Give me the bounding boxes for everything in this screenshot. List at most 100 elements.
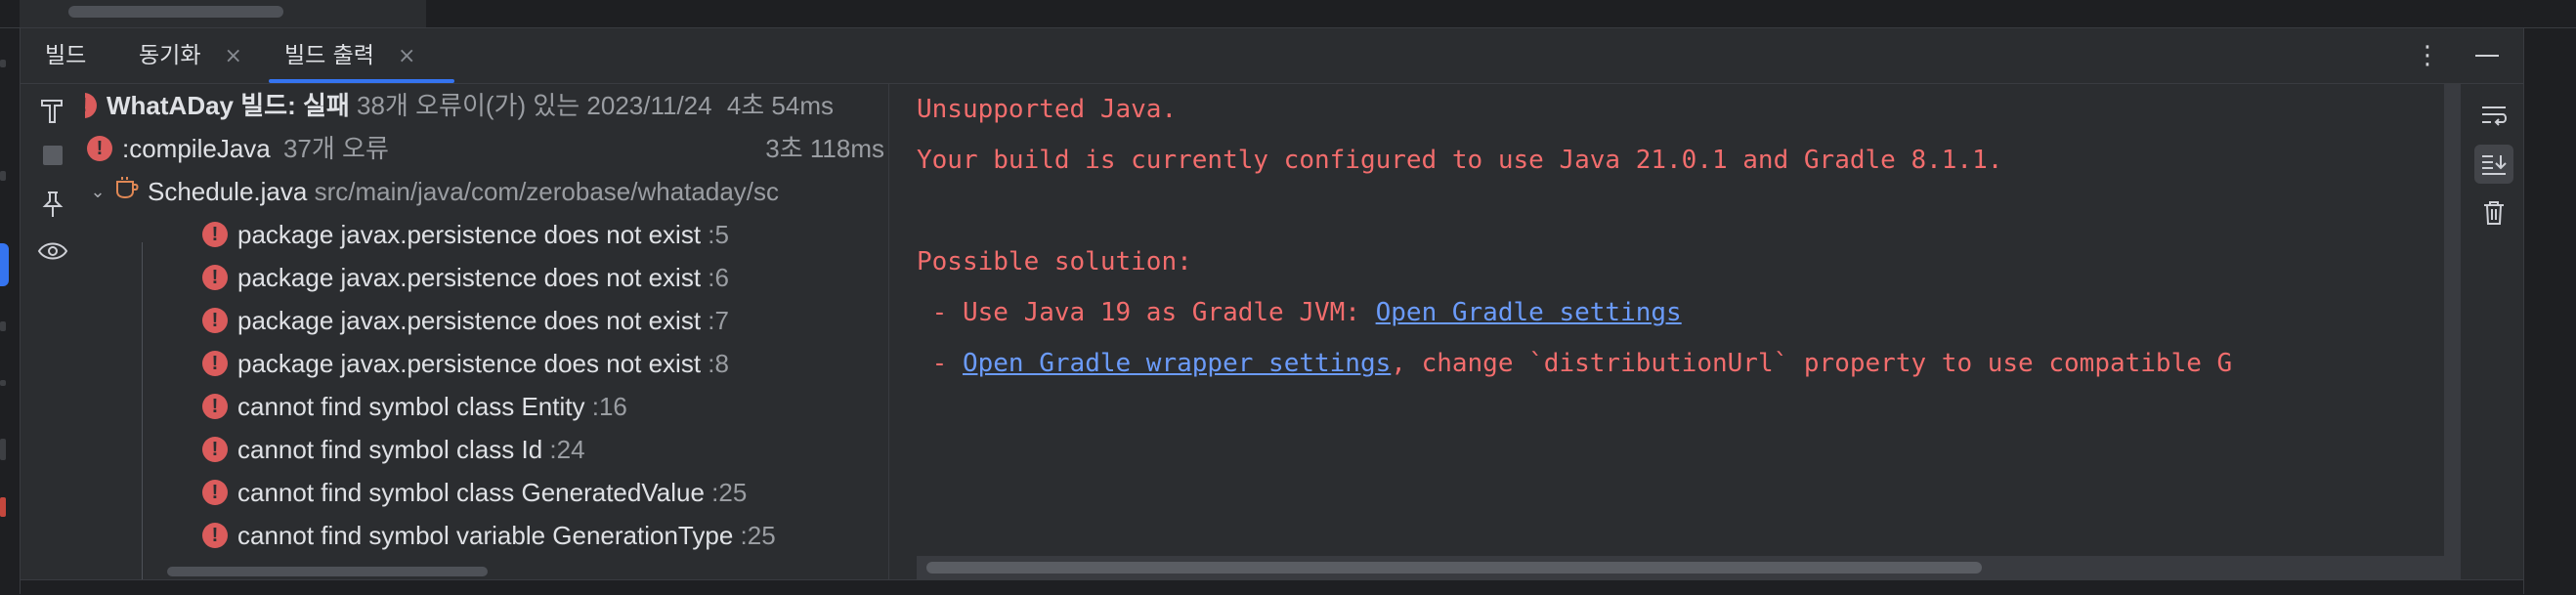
console-toolbar — [2460, 84, 2524, 579]
error-line: :7 — [708, 306, 729, 335]
console-line: Possible solution: — [917, 247, 1192, 276]
stripe-marker — [0, 60, 6, 67]
open-gradle-wrapper-settings-link[interactable]: Open Gradle wrapper settings — [963, 349, 1391, 378]
scrollbar-thumb[interactable] — [926, 562, 1982, 574]
editor-panel-edge — [20, 0, 426, 27]
console-line: Your build is currently configured to us… — [917, 146, 2003, 175]
error-message: package javax.persistence does not exist — [237, 349, 702, 378]
close-icon[interactable]: × — [224, 44, 241, 68]
right-tool-stripe — [2523, 28, 2576, 594]
tree-indent-guide — [142, 242, 143, 579]
java-file-icon — [114, 169, 140, 212]
tab-build-output[interactable]: 빌드 출력 × — [284, 28, 415, 83]
console-line: Unsupported Java. — [917, 95, 1178, 124]
editor-area-strip — [0, 0, 2576, 27]
error-message: cannot find symbol class Id — [237, 435, 543, 464]
eye-icon[interactable] — [36, 234, 69, 268]
tool-window-tab-bar: 빌드 동기화 × 빌드 출력 × ⋮ — [21, 28, 2523, 84]
error-icon: ! — [202, 308, 228, 334]
error-line: :25 — [740, 521, 776, 550]
console-line: - Use Java 19 as Gradle JVM: Open Gradle… — [917, 287, 1682, 338]
left-tool-stripe — [0, 28, 21, 594]
soft-wrap-icon[interactable] — [2474, 96, 2513, 135]
editor-horizontal-scrollbar[interactable] — [68, 6, 283, 18]
open-gradle-settings-link[interactable]: Open Gradle settings — [1376, 298, 1682, 327]
scroll-to-end-icon[interactable] — [2474, 145, 2513, 184]
stripe-marker — [0, 439, 6, 460]
error-icon: ! — [202, 222, 228, 248]
tree-row-error[interactable]: ! package javax.persistence does not exis… — [202, 299, 729, 342]
error-icon: ! — [202, 523, 228, 549]
tree-row-task[interactable]: ⌄!:compileJava 37개 오류 3초 118ms — [85, 127, 884, 170]
console-vertical-scrollbar[interactable] — [2444, 84, 2460, 579]
more-options-icon[interactable]: ⋮ — [2415, 38, 2440, 73]
error-line: :25 — [711, 478, 748, 507]
stop-icon[interactable] — [36, 139, 69, 172]
build-tree: ! WhatADay 빌드: 실패 38개 오류이(가) 있는 2023/11/2… — [85, 84, 886, 579]
stripe-marker — [0, 171, 6, 181]
console-text: , change `distributionUrl` property to u… — [1391, 349, 2233, 378]
error-message: package javax.persistence does not exist — [237, 306, 702, 335]
tree-row-error[interactable]: ! package javax.persistence does not exis… — [202, 256, 729, 299]
console-horizontal-scrollbar[interactable] — [917, 556, 2444, 579]
error-line: :24 — [549, 435, 585, 464]
tab-label: 동기화 — [139, 43, 201, 68]
error-icon: ! — [202, 265, 228, 291]
rebuild-hammer-icon[interactable] — [36, 94, 69, 127]
tree-row-error[interactable]: ! cannot find symbol variable GenerationT… — [202, 514, 776, 557]
console-text: - Use Java 19 as Gradle JVM: — [917, 298, 1376, 327]
console-line: - Open Gradle wrapper settings, change `… — [917, 338, 2233, 389]
error-icon: ! — [202, 351, 228, 377]
build-status-detail: 38개 오류이(가) 있는 2023/11/24 — [357, 91, 712, 120]
error-message: package javax.persistence does not exist — [237, 220, 702, 249]
error-line: :6 — [708, 263, 729, 292]
task-error-count: 37개 오류 — [282, 134, 389, 163]
tab-label: 빌드 — [45, 43, 87, 68]
minimize-icon[interactable] — [2475, 55, 2499, 57]
task-duration: 3초 118ms — [765, 134, 884, 163]
tab-label: 빌드 출력 — [284, 43, 374, 68]
build-duration: 4초 54ms — [726, 91, 835, 120]
error-icon: ! — [87, 136, 112, 162]
tree-row-error[interactable]: ! package javax.persistence does not exis… — [202, 342, 729, 385]
task-title: :compileJava — [122, 134, 271, 163]
error-icon: ! — [202, 480, 228, 506]
error-icon: ! — [202, 394, 228, 420]
pin-icon[interactable] — [36, 188, 69, 221]
error-message: cannot find symbol variable GenerationTy… — [237, 521, 734, 550]
active-tab-indicator — [269, 79, 454, 83]
split-divider[interactable] — [888, 84, 889, 579]
error-message: cannot find symbol class Entity — [237, 392, 585, 421]
tree-row-error[interactable]: ! cannot find symbol class GeneratedValue… — [202, 471, 747, 514]
build-output-console[interactable]: Unsupported Java. Your build is currentl… — [917, 84, 2446, 579]
console-text: - — [917, 349, 963, 378]
error-icon: ! — [85, 93, 97, 119]
tree-row-root[interactable]: ! WhatADay 빌드: 실패 38개 오류이(가) 있는 2023/11/2… — [85, 84, 834, 127]
tree-horizontal-scrollbar[interactable] — [167, 567, 488, 576]
error-line: :5 — [708, 220, 729, 249]
error-line: :16 — [591, 392, 627, 421]
tree-row-file[interactable]: ⌄ Schedule.java src/main/java/com/zeroba… — [85, 170, 779, 213]
tree-row-error[interactable]: ! cannot find symbol class Entity :16 — [202, 385, 627, 428]
stripe-active-indicator[interactable] — [0, 243, 9, 286]
build-tool-window: 빌드 동기화 × 빌드 출력 × ⋮ ! WhatADay 빌드: 실패 38개 오류… — [21, 28, 2523, 579]
close-icon[interactable]: × — [398, 44, 415, 68]
tree-row-error[interactable]: ! cannot find symbol class Id :24 — [202, 428, 585, 471]
stripe-error-marker[interactable] — [0, 497, 6, 517]
error-line: :8 — [708, 349, 729, 378]
tree-row-error[interactable]: ! package javax.persistence does not exis… — [202, 213, 729, 256]
stripe-marker — [0, 380, 6, 386]
build-toolbar — [21, 84, 85, 579]
error-icon: ! — [202, 437, 228, 463]
chevron-down-icon[interactable]: ⌄ — [85, 170, 110, 213]
tab-build[interactable]: 빌드 — [45, 28, 86, 83]
error-message: cannot find symbol class GeneratedValue — [237, 478, 705, 507]
build-status-title: WhatADay 빌드: 실패 — [107, 91, 350, 120]
tab-sync[interactable]: 동기화 × — [139, 28, 242, 83]
file-name: Schedule.java — [148, 177, 308, 206]
trash-icon[interactable] — [2474, 193, 2513, 233]
error-message: package javax.persistence does not exist — [237, 263, 702, 292]
status-bar-edge — [21, 579, 2523, 595]
stripe-marker — [0, 321, 6, 331]
file-path: src/main/java/com/zerobase/whataday/sc — [314, 177, 780, 206]
